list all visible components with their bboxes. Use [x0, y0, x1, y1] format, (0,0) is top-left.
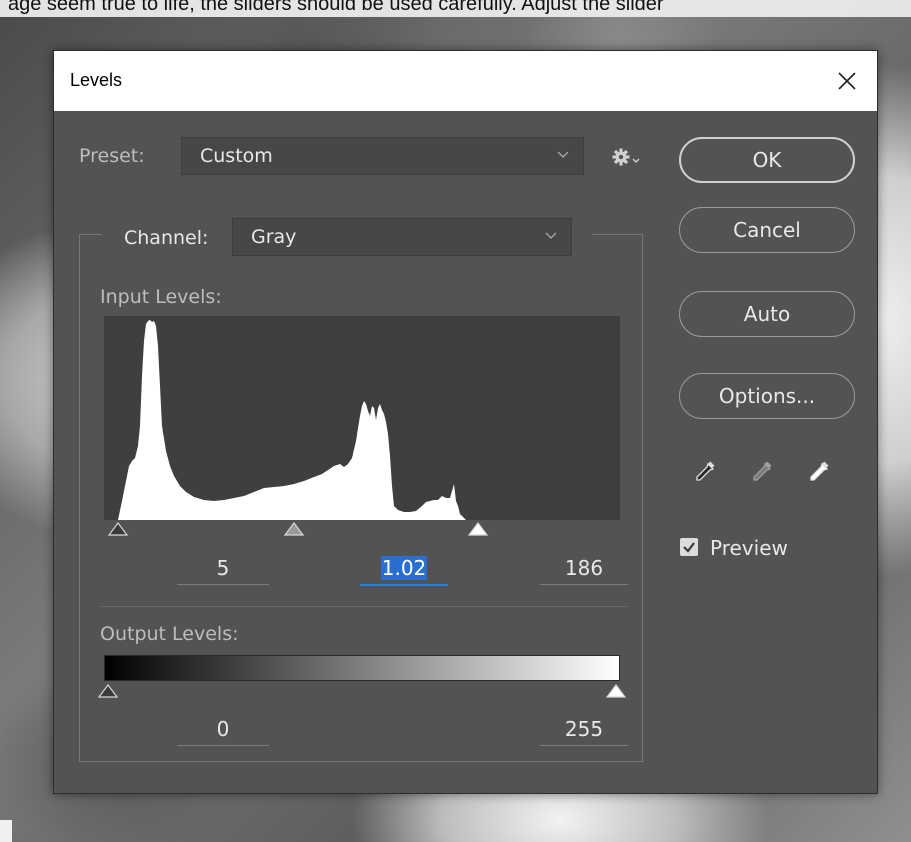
ok-button[interactable]: OK	[679, 137, 855, 183]
input-levels-label: Input Levels:	[100, 286, 222, 308]
channel-label: Channel:	[124, 227, 209, 249]
black-point-eyedropper-icon[interactable]	[694, 461, 716, 483]
dialog-title: Levels	[70, 70, 123, 90]
histogram-fill	[118, 320, 466, 520]
chevron-down-icon	[545, 232, 557, 239]
histogram-graph	[118, 320, 466, 520]
options-button[interactable]: Options...	[679, 373, 855, 419]
input-black-field[interactable]: 5	[177, 552, 269, 585]
checkmark-icon	[683, 542, 695, 553]
background-caption-text: age seem true to life, the sliders shoul…	[0, 0, 911, 17]
input-gamma-value: 1.02	[380, 556, 428, 580]
output-white-field[interactable]: 255	[540, 713, 628, 746]
close-icon	[838, 72, 856, 90]
output-black-slider-handle[interactable]	[97, 684, 119, 698]
input-black-point-slider-handle[interactable]	[107, 522, 129, 536]
preset-value: Custom	[200, 145, 273, 167]
input-gamma-slider-handle[interactable]	[283, 522, 305, 536]
preset-label: Preset:	[79, 145, 145, 167]
input-levels-slider[interactable]	[104, 520, 620, 544]
close-button[interactable]	[817, 51, 877, 111]
levels-dialog: Levels Preset: Custom Channel: Gray Inpu…	[53, 50, 878, 794]
gray-point-eyedropper-icon[interactable]	[751, 461, 773, 483]
white-point-eyedropper-icon[interactable]	[808, 461, 830, 483]
output-white-slider-handle[interactable]	[605, 684, 627, 698]
input-white-point-slider-handle[interactable]	[467, 522, 489, 536]
dialog-titlebar: Levels	[54, 51, 877, 111]
preset-dropdown[interactable]: Custom	[181, 137, 584, 175]
preview-label: Preview	[710, 536, 788, 560]
channel-value: Gray	[251, 226, 297, 248]
cancel-button[interactable]: Cancel	[679, 207, 855, 253]
output-gradient-bar	[104, 655, 620, 681]
input-white-field[interactable]: 186	[540, 552, 628, 585]
auto-button[interactable]: Auto	[679, 291, 855, 337]
histogram	[104, 316, 620, 520]
channel-dropdown[interactable]: Gray	[232, 218, 572, 256]
background-edge	[0, 820, 12, 842]
gear-icon[interactable]	[612, 147, 642, 167]
preview-checkbox[interactable]	[680, 538, 698, 556]
separator	[101, 606, 627, 607]
input-gamma-field[interactable]: 1.02	[360, 552, 448, 586]
output-levels-label: Output Levels:	[100, 623, 239, 645]
chevron-down-icon	[557, 151, 569, 158]
output-black-field[interactable]: 0	[177, 713, 269, 746]
